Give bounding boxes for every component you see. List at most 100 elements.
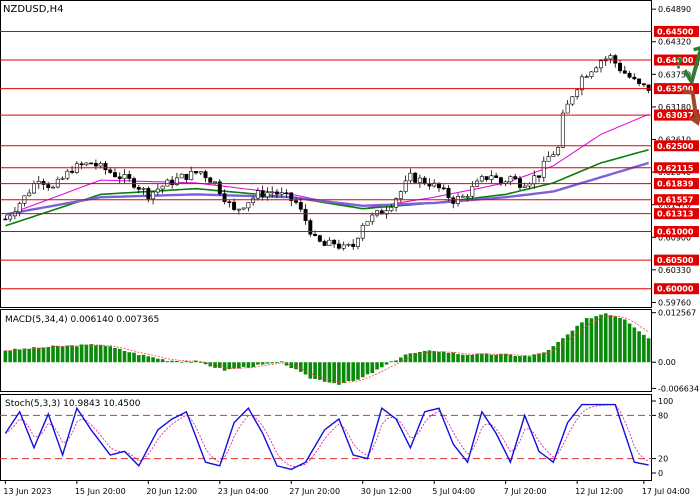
candle-body [260, 190, 265, 198]
macd-bar [84, 344, 89, 363]
candle-body [413, 172, 418, 183]
macd-bar [256, 362, 260, 365]
candle-body [294, 200, 298, 203]
candle-body [127, 174, 132, 179]
macd-bar [308, 362, 313, 379]
level-label: 0.60500 [657, 256, 694, 265]
candle-body [203, 171, 208, 179]
time-tick-label: 17 Jul 04:00 [642, 487, 690, 496]
candle-body [70, 170, 75, 173]
macd-bar [413, 352, 417, 363]
macd-bar [446, 352, 451, 363]
candle-body [546, 156, 551, 162]
macd-bar [241, 362, 246, 367]
candle-body [146, 188, 151, 200]
time-tick-label: 7 Jul 20:00 [504, 487, 547, 496]
macd-tick-label: 0.012567 [658, 309, 696, 318]
macd-bar [270, 362, 275, 364]
macd-bar [613, 316, 618, 363]
candle-body [227, 201, 232, 204]
candle-body [117, 176, 122, 179]
macd-label: MACD(5,34,4) 0.006140 0.007365 [5, 315, 159, 325]
candle-body [389, 206, 394, 211]
candle-body [222, 193, 227, 203]
candle-body [641, 83, 646, 86]
macd-bar [332, 362, 336, 384]
candle-body [184, 173, 189, 180]
stoch-main-line [4, 403, 649, 471]
macd-bar [318, 362, 322, 380]
macd-bar [432, 351, 437, 363]
candle-body [637, 78, 642, 84]
macd-bar [503, 353, 508, 363]
candle-body [646, 84, 651, 91]
macd-bar [51, 345, 55, 363]
candle-body [165, 179, 170, 187]
candle-body [627, 72, 632, 78]
question-mark-annotation: ? [675, 55, 684, 73]
macd-bar [341, 362, 346, 384]
macd-bar [456, 354, 460, 363]
macd-bar [151, 357, 155, 363]
macd-bar [460, 354, 465, 363]
candle-body [198, 171, 203, 174]
macd-bar [608, 315, 613, 363]
macd-bar [480, 353, 484, 363]
candle-body [251, 197, 256, 203]
macd-bar [217, 362, 222, 368]
macd-bar [122, 350, 127, 363]
candle-body [246, 202, 251, 209]
candle-body [32, 183, 36, 194]
macd-bar [179, 361, 184, 363]
macd-bar [208, 362, 213, 367]
macd-bar [279, 361, 284, 363]
candle-body [232, 201, 237, 210]
macd-bar [451, 352, 456, 363]
level-label: 0.63037 [657, 111, 693, 120]
macd-bar [561, 338, 565, 363]
macd-bar [237, 362, 241, 369]
candle-body [365, 221, 370, 226]
macd-bar [275, 362, 279, 363]
time-tick-label: 13 Jun 2023 [3, 487, 51, 496]
candle-body [298, 202, 303, 210]
macd-bar [437, 351, 441, 363]
stoch-tick-label: 80 [658, 411, 668, 420]
candle-body [551, 154, 556, 157]
macd-bar [408, 353, 413, 363]
stoch-signal-line [5, 404, 649, 467]
candle-body [160, 185, 165, 190]
candle-body [613, 55, 618, 64]
candle-body [408, 172, 413, 182]
macd-bar [103, 346, 108, 363]
candle-body [341, 244, 346, 249]
macd-bar [265, 362, 270, 364]
candle-body [351, 243, 356, 247]
macd-bar [146, 356, 151, 363]
candle-body [265, 192, 270, 198]
candle-body [155, 188, 160, 193]
macd-bar [527, 356, 532, 363]
candle-body [241, 207, 246, 210]
time-tick-label: 12 Jul 12:00 [575, 487, 623, 496]
macd-bar [556, 341, 560, 363]
macd-bar [222, 362, 227, 371]
candle-body [98, 163, 103, 167]
macd-bar [589, 318, 594, 363]
candle-body [51, 186, 55, 189]
candle-body [103, 163, 108, 171]
candle-body [498, 177, 503, 184]
candle-body [446, 187, 451, 199]
candle-body [8, 215, 13, 220]
symbol-label: NZDUSD,H4 [3, 4, 63, 15]
time-tick-label: 20 Jun 12:00 [146, 487, 197, 496]
level-label: 0.61000 [657, 228, 694, 237]
candle-body [370, 214, 375, 222]
macd-bar [394, 360, 398, 363]
macd-bar [65, 345, 70, 363]
candle-body [522, 185, 527, 188]
macd-bar [27, 348, 32, 363]
macd-bar [70, 345, 74, 363]
macd-bar [298, 362, 303, 372]
candle-body [608, 55, 613, 60]
